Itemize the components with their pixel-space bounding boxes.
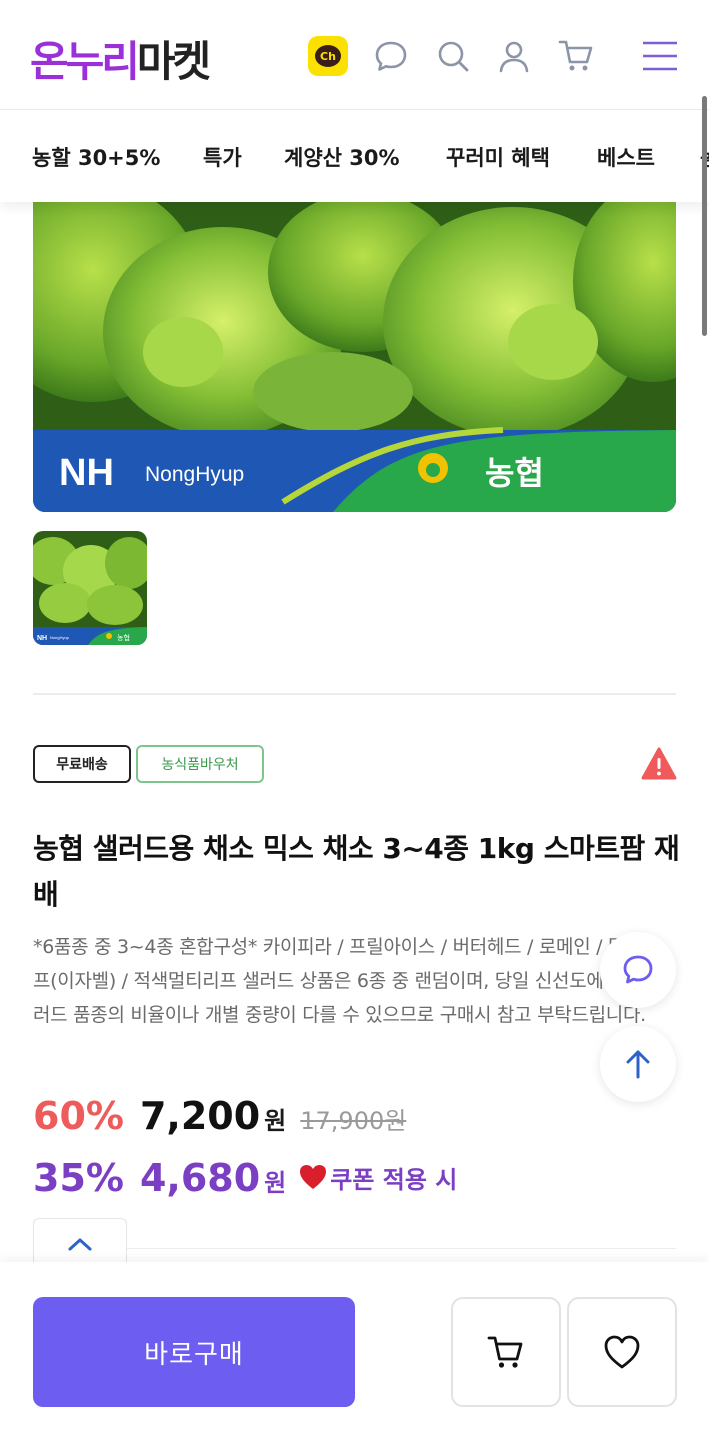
voucher-badge: 농식품바우처 — [136, 745, 264, 783]
sale-price: 7,200 — [139, 1094, 261, 1138]
report-warning-icon[interactable] — [641, 747, 677, 781]
price-row: 60% 7,200 원 17,900원 — [33, 1094, 406, 1138]
user-icon[interactable] — [494, 36, 534, 76]
chevron-up-icon — [68, 1238, 92, 1250]
product-description: *6품종 중 3~4종 혼합구성* 카이피라 / 프릴아이스 / 버터헤드 / … — [33, 936, 667, 1026]
page-scrollbar[interactable] — [702, 96, 707, 336]
content-divider — [127, 1248, 676, 1249]
add-to-cart-button[interactable] — [451, 1297, 561, 1407]
app-header: 온누리마켓 Ch — [0, 0, 709, 110]
bottom-action-bar: 바로구매 — [0, 1262, 709, 1440]
product-thumbnail[interactable]: NH NongHyup 농협 — [33, 531, 147, 645]
cart-add-icon — [487, 1336, 523, 1368]
heart-icon — [300, 1165, 327, 1189]
sale-price-unit: 원 — [264, 1107, 287, 1135]
free-shipping-badge: 무료배송 — [33, 745, 131, 783]
original-price: 17,900원 — [300, 1107, 407, 1135]
coupon-price: 4,680 — [139, 1156, 261, 1200]
chat-bubble-float-icon — [623, 955, 653, 984]
banner-brand-en-sub: NongHyup — [145, 463, 244, 486]
product-title: 농협 샐러드용 채소 믹스 채소 3~4종 1kg 스마트팜 재배 — [33, 832, 680, 911]
thumb-brand-en-sub: NongHyup — [50, 635, 70, 640]
coupon-label: 쿠폰 적용 시 — [298, 1160, 457, 1195]
heart-outline-icon — [604, 1335, 640, 1369]
coupon-discount-percent: 35% — [33, 1156, 124, 1200]
logo-part-2: 마켓 — [136, 37, 211, 86]
wishlist-button[interactable] — [567, 1297, 677, 1407]
buy-now-button[interactable]: 바로구매 — [33, 1297, 355, 1407]
coupon-price-unit: 원 — [264, 1169, 287, 1197]
category-special[interactable]: 특가 — [203, 142, 242, 172]
banner-brand-en: NH — [59, 452, 114, 494]
cart-icon[interactable] — [556, 36, 596, 76]
arrow-up-icon — [626, 1050, 650, 1079]
channel-badge-label: Ch — [315, 45, 341, 67]
chat-float-button[interactable] — [600, 932, 676, 1008]
scroll-top-button[interactable] — [600, 1026, 676, 1102]
section-divider — [33, 693, 676, 695]
discount-percent: 60% — [33, 1094, 124, 1138]
category-nav: 농할 30+5% 특가 계양산 30% 꾸러미 혜택 베스트 농 — [0, 110, 709, 202]
product-main-image[interactable]: NH NongHyup 농협 — [33, 202, 676, 512]
collapse-toggle[interactable] — [33, 1218, 127, 1268]
menu-icon[interactable] — [640, 36, 680, 76]
category-gyeyangsan[interactable]: 계양산 30% — [284, 142, 400, 172]
category-nonghal[interactable]: 농할 30+5% — [32, 142, 160, 172]
category-best[interactable]: 베스트 — [597, 142, 655, 172]
banner-brand-ko: 농협 — [485, 454, 544, 492]
chat-bubble-icon[interactable] — [371, 36, 411, 76]
nh-logo-icon — [418, 453, 448, 483]
thumb-brand-ko: 농협 — [117, 633, 130, 642]
search-icon[interactable] — [433, 36, 473, 76]
logo-part-1: 온누리 — [30, 37, 140, 86]
site-logo[interactable]: 온누리마켓 — [30, 28, 211, 89]
coupon-label-text: 쿠폰 적용 시 — [330, 1165, 458, 1194]
kakao-channel-icon[interactable]: Ch — [308, 36, 348, 76]
coupon-price-row: 35% 4,680 원 쿠폰 적용 시 — [33, 1156, 457, 1200]
category-bundle[interactable]: 꾸러미 혜택 — [446, 142, 550, 172]
thumb-brand-en: NH — [37, 635, 47, 642]
